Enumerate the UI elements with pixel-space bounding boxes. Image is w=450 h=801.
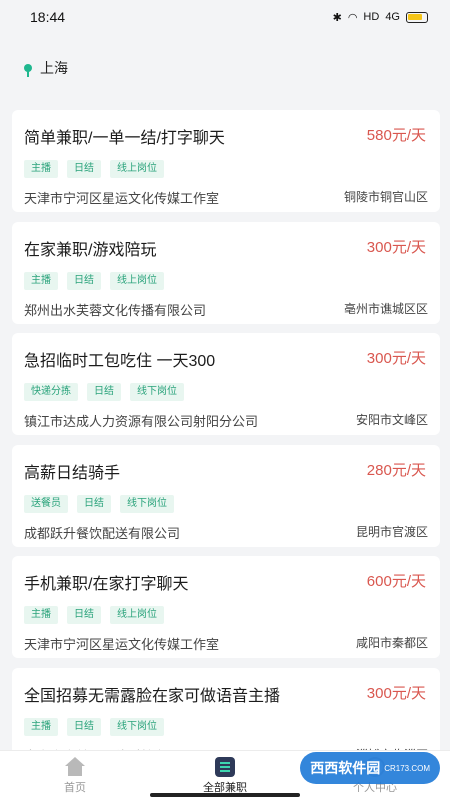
job-footer: 天津市宁河区星运文化传媒工作室 铜陵市铜官山区 xyxy=(24,188,428,207)
job-tags: 主播 日结 线上岗位 xyxy=(24,271,428,290)
status-icons: ✱ ◠ HD 4G xyxy=(333,11,428,24)
jobs-icon xyxy=(215,757,235,777)
tab-all-jobs[interactable]: 全部兼职 xyxy=(180,757,270,795)
job-price: 300元/天 xyxy=(366,684,426,702)
job-tag: 线下岗位 xyxy=(110,717,164,736)
job-tag: 主播 xyxy=(24,717,58,736)
location-city: 上海 xyxy=(40,60,68,76)
job-tags: 主播 日结 线上岗位 xyxy=(24,160,428,178)
job-price: 300元/天 xyxy=(366,350,426,367)
job-footer: 成都跃升餐饮配送有限公司 昆明市官渡区 xyxy=(24,523,428,542)
job-region: 亳州市谯城区区 xyxy=(343,301,428,316)
job-footer: 天津市宁河区星运文化传媒工作室 咸阳市秦都区 xyxy=(24,634,428,653)
job-tag: 线上岗位 xyxy=(110,160,164,178)
job-tag: 线上岗位 xyxy=(110,271,164,290)
wifi-icon: ◠ xyxy=(347,11,358,24)
job-tag: 送餐员 xyxy=(24,494,68,513)
job-tag: 快递分拣 xyxy=(24,383,78,401)
home-icon xyxy=(64,757,86,777)
job-region: 咸阳市秦都区 xyxy=(355,636,428,650)
job-region: 安阳市文峰区 xyxy=(355,413,428,427)
job-company: 郑州出水芙蓉文化传播有限公司 xyxy=(24,302,207,318)
job-tag: 日结 xyxy=(67,717,101,736)
network-label: HD xyxy=(363,11,380,23)
job-tags: 快递分拣 日结 线下岗位 xyxy=(24,383,428,401)
home-indicator xyxy=(150,793,300,797)
watermark-sub: CR173.COM xyxy=(384,763,430,773)
job-tag: 日结 xyxy=(77,494,111,513)
job-tag: 主播 xyxy=(24,160,58,178)
status-bar: 18:44 ✱ ◠ HD 4G xyxy=(0,0,450,34)
battery-icon xyxy=(406,11,428,23)
tab-home-label: 首页 xyxy=(64,782,86,794)
job-list: 简单兼职/一单一结/打字聊天 580元/天 主播 日结 线上岗位 天津市宁河区星… xyxy=(12,110,440,779)
job-tag: 线下岗位 xyxy=(120,494,174,513)
job-company: 成都跃升餐饮配送有限公司 xyxy=(24,525,181,541)
job-card[interactable]: 手机兼职/在家打字聊天 600元/天 主播 日结 线上岗位 天津市宁河区星运文化… xyxy=(12,556,440,658)
job-price: 300元/天 xyxy=(366,238,426,256)
job-footer: 郑州出水芙蓉文化传播有限公司 亳州市谯城区区 xyxy=(24,300,428,319)
location-pin-icon xyxy=(24,64,32,77)
job-tags: 主播 日结 线上岗位 xyxy=(24,606,428,624)
job-tag: 日结 xyxy=(87,383,121,401)
job-tag: 主播 xyxy=(24,606,58,624)
job-tag: 线上岗位 xyxy=(110,606,164,624)
job-card[interactable]: 急招临时工包吃住 一天300 300元/天 快递分拣 日结 线下岗位 镇江市达成… xyxy=(12,333,440,435)
job-tag: 日结 xyxy=(67,271,101,290)
job-tag: 线下岗位 xyxy=(130,383,184,401)
job-region: 昆明市官渡区 xyxy=(355,524,428,539)
bluetooth-icon: ✱ xyxy=(332,11,342,24)
job-company: 天津市宁河区星运文化传媒工作室 xyxy=(24,637,220,652)
job-tag: 日结 xyxy=(67,606,101,624)
job-company: 天津市宁河区星运文化传媒工作室 xyxy=(24,191,220,206)
job-tag: 主播 xyxy=(24,271,58,290)
job-price: 580元/天 xyxy=(366,127,426,144)
watermark-text: 西西软件园 xyxy=(310,760,381,776)
job-card[interactable]: 高薪日结骑手 280元/天 送餐员 日结 线下岗位 成都跃升餐饮配送有限公司 昆… xyxy=(12,444,440,547)
job-region: 铜陵市铜官山区 xyxy=(343,190,428,204)
job-price: 280元/天 xyxy=(366,461,426,479)
job-card[interactable]: 在家兼职/游戏陪玩 300元/天 主播 日结 线上岗位 郑州出水芙蓉文化传播有限… xyxy=(12,221,440,324)
job-company: 镇江市达成人力资源有限公司射阳分公司 xyxy=(24,414,259,429)
status-time: 18:44 xyxy=(30,9,66,25)
signal-label: 4G xyxy=(385,11,400,23)
job-tags: 主播 日结 线下岗位 xyxy=(24,717,428,736)
tab-home[interactable]: 首页 xyxy=(30,757,120,795)
job-tag: 日结 xyxy=(67,160,101,178)
job-price: 600元/天 xyxy=(366,573,426,590)
watermark-logo: 西西软件园 CR173.COM xyxy=(300,752,440,784)
location-selector[interactable]: 上海 xyxy=(24,58,68,78)
job-footer: 镇江市达成人力资源有限公司射阳分公司 安阳市文峰区 xyxy=(24,411,428,430)
job-tags: 送餐员 日结 线下岗位 xyxy=(24,494,428,513)
job-card[interactable]: 简单兼职/一单一结/打字聊天 580元/天 主播 日结 线上岗位 天津市宁河区星… xyxy=(12,110,440,212)
